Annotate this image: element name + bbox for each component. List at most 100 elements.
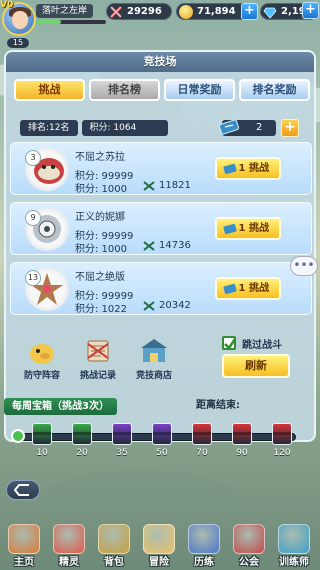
- opponent-attack: 11821: [159, 180, 191, 191]
- tab-leaderboard[interactable]: 排名榜: [89, 79, 160, 101]
- player-arena-info: 排名:12名 积分: 1064: [20, 120, 168, 136]
- chest-milestone-label: 50: [156, 448, 168, 458]
- nav-home[interactable]: 主页: [4, 518, 44, 570]
- challenge-button-label: 1 挑战: [238, 223, 269, 234]
- nav-label: 冒险: [149, 557, 169, 568]
- crossed-swords-icon: [110, 6, 122, 18]
- add-gold-button[interactable]: +: [241, 3, 258, 20]
- challenge-button[interactable]: 1 挑战: [215, 277, 281, 300]
- ticket-count: 2: [256, 122, 263, 133]
- weekly-chest[interactable]: [152, 423, 172, 445]
- shop-icon: [137, 336, 171, 366]
- add-diamond-wrapper: +: [301, 2, 319, 20]
- countdown-label: 距离结束:: [196, 400, 240, 411]
- nav-guild[interactable]: 公会: [229, 518, 269, 570]
- chest-milestone-label: 35: [116, 448, 128, 458]
- skip-battle-checkbox[interactable]: [222, 336, 237, 350]
- bag-icon: [98, 524, 130, 554]
- weekly-chest[interactable]: [192, 423, 212, 445]
- weekly-chest[interactable]: [72, 423, 92, 445]
- tab-daily-rewards[interactable]: 日常奖励: [164, 79, 235, 101]
- opponent-card: 3 不屈之苏拉 积分: 99999 积分: 1000 11821 1 挑战: [10, 142, 312, 195]
- scroll-icon: [81, 336, 115, 366]
- weekly-chest-label: 每周宝箱（挑战3次）: [4, 398, 117, 415]
- nav-training[interactable]: 历练: [184, 518, 224, 570]
- player-level-badge: 15: [6, 37, 30, 49]
- tab-rank-rewards[interactable]: 排名奖励: [239, 79, 310, 101]
- challenge-button-label: 1 挑战: [238, 163, 269, 174]
- ticket-icon: [218, 119, 240, 135]
- gold-value: 71,894: [197, 6, 236, 17]
- top-bar: V0 15 落叶之左岸 29296 71,894 + 2,198 +: [0, 0, 320, 49]
- chest-milestone-label: 90: [236, 448, 248, 458]
- refresh-button[interactable]: 刷新: [222, 354, 290, 378]
- opponent-card: 13 不屈之绝版 积分: 99999 积分: 1022 20342 1 挑战: [10, 262, 312, 315]
- weekly-chest[interactable]: [112, 423, 132, 445]
- nav-trainer[interactable]: 训练师: [274, 518, 314, 570]
- gold-coin-icon: [179, 5, 193, 19]
- guild-icon: [233, 524, 265, 554]
- challenge-button[interactable]: 1 挑战: [215, 157, 281, 180]
- challenge-record-label: 挑战记录: [79, 371, 116, 381]
- nav-label: 训练师: [279, 557, 309, 568]
- crossed-swords-icon: [143, 241, 155, 251]
- opponent-rank: 9: [25, 210, 41, 226]
- progress-start-marker: [11, 429, 25, 443]
- weekly-chest[interactable]: [232, 423, 252, 445]
- nav-bag[interactable]: 背包: [94, 518, 134, 570]
- ticket-icon: [223, 223, 237, 235]
- crossed-swords-icon: [143, 301, 155, 311]
- challenge-record-button[interactable]: 挑战记录: [74, 336, 122, 381]
- opponent-rank: 3: [25, 150, 41, 166]
- player-name: 落叶之左岸: [36, 4, 94, 18]
- nav-label: 历练: [194, 557, 214, 568]
- opponent-points: 积分: 1022: [75, 304, 127, 315]
- chest-milestone-label: 120: [273, 448, 291, 458]
- opponent-attack: 20342: [159, 300, 191, 311]
- arena-tabs: 挑战 排名榜 日常奖励 排名奖励: [14, 79, 310, 101]
- training-icon: [188, 524, 220, 554]
- nav-label: 公会: [239, 557, 259, 568]
- defense-lineup-label: 防守阵容: [23, 371, 60, 381]
- chat-bubble-button[interactable]: •••: [290, 256, 318, 276]
- challenge-button[interactable]: 1 挑战: [215, 217, 281, 240]
- opponent-card: 9 正义的妮娜 积分: 99999 积分: 1000 14736 1 挑战: [10, 202, 312, 255]
- challenge-button-label: 1 挑战: [238, 283, 269, 294]
- back-button[interactable]: [6, 480, 40, 500]
- diamond-icon: [263, 7, 277, 19]
- opponent-rank: 13: [25, 270, 41, 286]
- rank-display: 排名:12名: [20, 120, 78, 136]
- ticket-icon: [223, 283, 237, 295]
- checkmark-icon: [224, 338, 237, 350]
- opponent-points: 积分: 1000: [75, 244, 127, 255]
- gold-counter: 71,894 +: [176, 3, 258, 20]
- add-ticket-button[interactable]: +: [281, 119, 299, 137]
- opponent-name: 正义的妮娜: [75, 212, 125, 223]
- chest-milestone-label: 20: [76, 448, 88, 458]
- crossed-swords-icon: [143, 181, 155, 191]
- tab-challenge[interactable]: 挑战: [14, 79, 85, 101]
- nav-label: 主页: [14, 557, 34, 568]
- trainer-icon: [278, 524, 310, 554]
- weekly-chest[interactable]: [32, 423, 52, 445]
- chest-milestone-label: 70: [196, 448, 208, 458]
- opponent-name: 不屈之苏拉: [75, 152, 125, 163]
- pets-icon: [53, 524, 85, 554]
- arena-shop-label: 竞技商店: [135, 371, 172, 381]
- arena-shop-button[interactable]: 竞技商店: [130, 336, 178, 381]
- stamina-counter: 29296: [106, 3, 172, 20]
- adventure-icon: [143, 524, 175, 554]
- defense-lineup-button[interactable]: 防守阵容: [18, 336, 66, 381]
- stamina-value: 29296: [127, 6, 162, 17]
- ticket-counter: 2: [218, 119, 276, 136]
- points-display: 积分: 1064: [81, 120, 168, 136]
- weekly-chest[interactable]: [272, 423, 292, 445]
- nav-pets[interactable]: 精灵: [49, 518, 89, 570]
- chest-milestone-label: 10: [36, 448, 48, 458]
- add-diamond-button[interactable]: +: [302, 2, 319, 19]
- opponent-points: 积分: 1000: [75, 184, 127, 195]
- back-arrow-icon: [13, 484, 29, 496]
- vip-badge: V0: [0, 0, 14, 10]
- player-exp-fill: [36, 20, 61, 24]
- nav-adventure[interactable]: 冒险: [139, 518, 179, 570]
